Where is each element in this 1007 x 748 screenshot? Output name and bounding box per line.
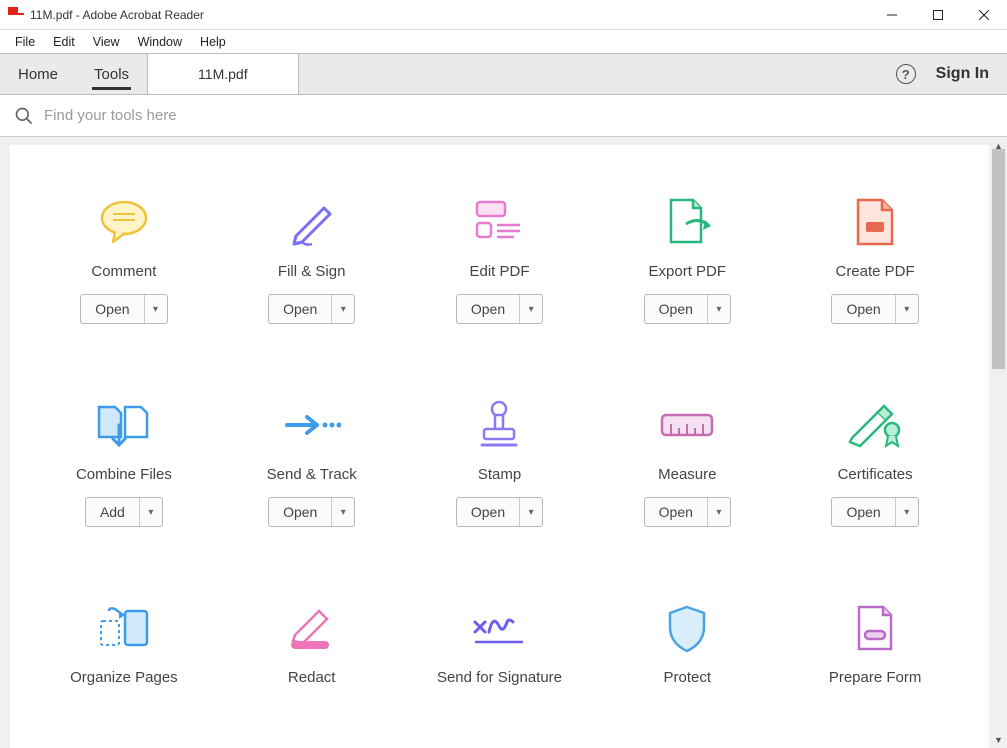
shield-icon — [657, 601, 717, 655]
tool-label: Edit PDF — [469, 263, 529, 280]
tool-open-button[interactable]: Open▾ — [644, 294, 731, 324]
scrollbar-thumb[interactable] — [992, 149, 1005, 369]
menu-help[interactable]: Help — [191, 32, 235, 52]
chevron-down-icon[interactable]: ▾ — [520, 295, 542, 323]
tool-protect[interactable]: Protect ▾ — [593, 601, 781, 686]
signature-icon — [469, 601, 529, 655]
tool-send-track[interactable]: Send & Track Open▾ — [218, 398, 406, 527]
menu-view[interactable]: View — [84, 32, 129, 52]
close-button[interactable] — [961, 0, 1007, 29]
organize-icon — [94, 601, 154, 655]
chevron-down-icon[interactable]: ▾ — [896, 295, 918, 323]
tool-open-button[interactable]: Open▾ — [644, 497, 731, 527]
tool-open-button[interactable]: Open▾ — [831, 294, 918, 324]
comment-icon — [94, 195, 154, 249]
tool-open-button[interactable]: Open▾ — [80, 294, 167, 324]
scroll-down-icon[interactable]: ▼ — [990, 731, 1007, 748]
create-icon — [845, 195, 905, 249]
tool-combine-files[interactable]: Combine Files Add▾ — [30, 398, 218, 527]
chevron-down-icon[interactable]: ▾ — [145, 295, 167, 323]
tool-fill-sign[interactable]: Fill & Sign Open▾ — [218, 195, 406, 324]
menu-bar: File Edit View Window Help — [0, 30, 1007, 54]
menu-file[interactable]: File — [6, 32, 44, 52]
menu-edit[interactable]: Edit — [44, 32, 84, 52]
ruler-icon — [657, 398, 717, 452]
tool-label: Create PDF — [835, 263, 914, 280]
tool-send-signature[interactable]: Send for Signature ▾ — [406, 601, 594, 686]
tool-label: Protect — [664, 669, 712, 686]
tool-open-button[interactable]: Open▾ — [831, 497, 918, 527]
tab-home[interactable]: Home — [0, 54, 76, 94]
combine-icon — [94, 398, 154, 452]
tool-create-pdf[interactable]: Create PDF Open▾ — [781, 195, 969, 324]
app-icon — [8, 7, 24, 23]
tool-label: Send for Signature — [437, 669, 562, 686]
tab-document[interactable]: 11M.pdf — [147, 54, 299, 94]
tool-label: Redact — [288, 669, 336, 686]
chevron-down-icon[interactable]: ▾ — [520, 498, 542, 526]
redact-icon — [282, 601, 342, 655]
tool-export-pdf[interactable]: Export PDF Open▾ — [593, 195, 781, 324]
tool-open-button[interactable]: Open▾ — [268, 497, 355, 527]
tool-redact[interactable]: Redact ▾ — [218, 601, 406, 686]
stamp-icon — [469, 398, 529, 452]
pen-icon — [282, 195, 342, 249]
scrollbar[interactable]: ▲ ▼ — [990, 137, 1007, 748]
chevron-down-icon[interactable]: ▾ — [708, 498, 730, 526]
search-bar — [0, 95, 1007, 137]
tab-bar: Home Tools 11M.pdf ? Sign In — [0, 54, 1007, 95]
search-input[interactable] — [44, 107, 993, 124]
tool-prepare-form[interactable]: Prepare Form ▾ — [781, 601, 969, 686]
edit-icon — [469, 195, 529, 249]
window-titlebar: 11M.pdf - Adobe Acrobat Reader — [0, 0, 1007, 30]
tool-label: Stamp — [478, 466, 521, 483]
tool-add-button[interactable]: Add▾ — [85, 497, 163, 527]
tool-certificates[interactable]: Certificates Open▾ — [781, 398, 969, 527]
search-icon — [14, 106, 34, 126]
tool-label: Prepare Form — [829, 669, 922, 686]
chevron-down-icon[interactable]: ▾ — [140, 498, 162, 526]
chevron-down-icon[interactable]: ▾ — [332, 498, 354, 526]
tool-label: Export PDF — [649, 263, 727, 280]
tool-open-button[interactable]: Open▾ — [456, 497, 543, 527]
tools-grid: Comment Open▾ Fill & Sign Open▾ Edit PDF… — [10, 195, 989, 686]
tool-label: Certificates — [838, 466, 913, 483]
tool-measure[interactable]: Measure Open▾ — [593, 398, 781, 527]
tool-edit-pdf[interactable]: Edit PDF Open▾ — [406, 195, 594, 324]
chevron-down-icon[interactable]: ▾ — [896, 498, 918, 526]
certificate-icon — [845, 398, 905, 452]
tool-organize-pages[interactable]: Organize Pages ▾ — [30, 601, 218, 686]
maximize-button[interactable] — [915, 0, 961, 29]
tool-label: Measure — [658, 466, 716, 483]
sign-in-button[interactable]: Sign In — [936, 65, 989, 83]
help-icon[interactable]: ? — [896, 64, 916, 84]
tool-open-button[interactable]: Open▾ — [268, 294, 355, 324]
tool-label: Comment — [91, 263, 156, 280]
send-icon — [282, 398, 342, 452]
tab-tools[interactable]: Tools — [76, 54, 147, 94]
chevron-down-icon[interactable]: ▾ — [708, 295, 730, 323]
tool-open-button[interactable]: Open▾ — [456, 294, 543, 324]
tool-comment[interactable]: Comment Open▾ — [30, 195, 218, 324]
minimize-button[interactable] — [869, 0, 915, 29]
tool-stamp[interactable]: Stamp Open▾ — [406, 398, 594, 527]
export-icon — [657, 195, 717, 249]
tool-label: Send & Track — [267, 466, 357, 483]
tool-label: Combine Files — [76, 466, 172, 483]
tool-label: Organize Pages — [70, 669, 178, 686]
form-icon — [845, 601, 905, 655]
window-title: 11M.pdf - Adobe Acrobat Reader — [30, 8, 869, 22]
chevron-down-icon[interactable]: ▾ — [332, 295, 354, 323]
content-area: Comment Open▾ Fill & Sign Open▾ Edit PDF… — [0, 137, 1007, 748]
tool-label: Fill & Sign — [278, 263, 346, 280]
menu-window[interactable]: Window — [129, 32, 191, 52]
